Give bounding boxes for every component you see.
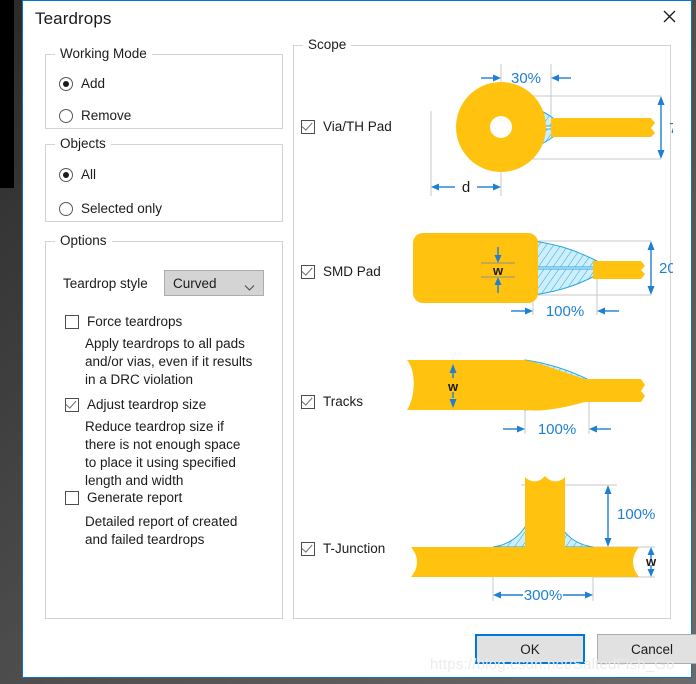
checkbox-indicator[interactable] [65, 490, 79, 505]
cancel-button[interactable]: Cancel [597, 634, 696, 664]
radio-objects-all[interactable]: All [59, 167, 96, 182]
radio-indicator[interactable] [59, 108, 73, 123]
radio-label: All [81, 167, 97, 182]
adjust-teardrop-size-description: Reduce teardrop size if there is not eno… [85, 419, 241, 488]
chevron-down-icon [244, 279, 255, 297]
radio-objects-selected-only[interactable]: Selected only [59, 201, 162, 216]
t-junction-diagram: 100% w 300% [393, 469, 673, 619]
dialog-title: Teardrops [35, 9, 112, 28]
checkbox-force-teardrops[interactable]: Force teardrops [65, 314, 182, 329]
checkbox-label: T-Junction [323, 541, 386, 556]
checkbox-label: Force teardrops [87, 314, 183, 329]
checkbox-adjust-teardrop-size[interactable]: Adjust teardrop size [65, 397, 206, 412]
radio-working-mode-remove[interactable]: Remove [59, 108, 131, 123]
checkbox-scope-t-junction[interactable]: T-Junction [301, 541, 385, 556]
checkbox-indicator[interactable] [301, 541, 315, 556]
checkbox-label: Generate report [87, 490, 183, 505]
svg-text:30%: 30% [511, 70, 541, 87]
svg-text:100%: 100% [617, 506, 655, 523]
svg-text:100%: 100% [546, 303, 584, 320]
checkbox-indicator[interactable] [65, 397, 79, 412]
checkbox-label: Tracks [323, 394, 363, 409]
checkbox-scope-via-th-pad[interactable]: Via/TH Pad [301, 119, 392, 134]
working-mode-legend: Working Mode [55, 46, 152, 61]
checkbox-scope-smd-pad[interactable]: SMD Pad [301, 264, 381, 279]
radio-label: Add [81, 76, 106, 91]
svg-text:d: d [462, 179, 470, 196]
scope-legend: Scope [303, 37, 352, 52]
smd-pad-diagram: w 200% 100% [393, 223, 696, 328]
teardrop-style-select[interactable]: Curved [164, 270, 264, 296]
force-teardrops-description: Apply teardrops to all pads and/or vias,… [85, 336, 253, 387]
svg-text:w: w [645, 554, 657, 569]
svg-text:w: w [447, 379, 459, 394]
svg-text:70%: 70% [669, 120, 673, 137]
checkbox-indicator[interactable] [65, 314, 79, 329]
radio-working-mode-add[interactable]: Add [59, 76, 105, 91]
checkbox-label: Adjust teardrop size [87, 397, 207, 412]
objects-legend: Objects [55, 136, 111, 151]
teardrops-dialog: Teardrops Working Mode Add Remove Object… [22, 0, 696, 678]
radio-indicator[interactable] [59, 76, 73, 91]
title-bar: Teardrops [23, 1, 691, 43]
radio-label: Remove [81, 108, 132, 123]
teardrop-style-label: Teardrop style [63, 276, 148, 291]
via-th-pad-diagram: 30% 70% d [393, 56, 696, 206]
checkbox-indicator[interactable] [301, 394, 315, 409]
tracks-diagram: w 100% [393, 346, 673, 451]
radio-indicator[interactable] [59, 201, 73, 216]
radio-indicator[interactable] [59, 167, 73, 182]
checkbox-indicator[interactable] [301, 264, 315, 279]
svg-text:w: w [492, 263, 504, 278]
checkbox-generate-report[interactable]: Generate report [65, 490, 182, 505]
checkbox-indicator[interactable] [301, 119, 315, 134]
svg-text:200%: 200% [659, 260, 673, 277]
ok-button[interactable]: OK [475, 634, 585, 664]
options-legend: Options [55, 233, 112, 248]
svg-text:300%: 300% [524, 587, 562, 604]
checkbox-scope-tracks[interactable]: Tracks [301, 394, 363, 409]
checkbox-label: SMD Pad [323, 264, 381, 279]
radio-label: Selected only [81, 201, 163, 216]
generate-report-description: Detailed report of created and failed te… [85, 514, 238, 547]
svg-text:100%: 100% [538, 421, 576, 438]
checkbox-label: Via/TH Pad [323, 119, 392, 134]
close-icon[interactable] [647, 1, 691, 31]
teardrop-style-value: Curved [173, 275, 217, 291]
